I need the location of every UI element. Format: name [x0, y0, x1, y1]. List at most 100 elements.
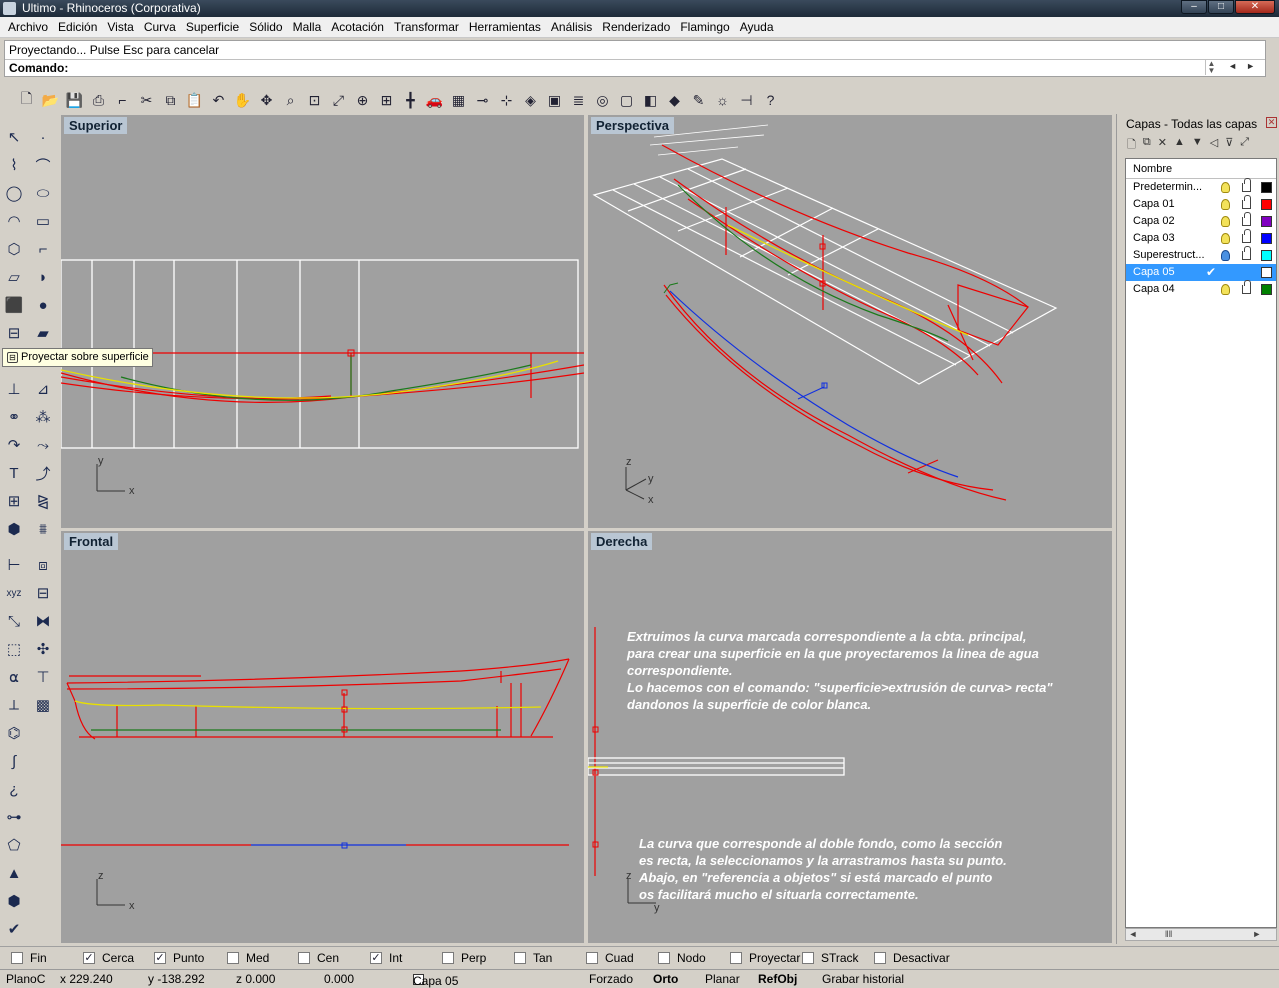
bounding-box-icon[interactable]: ⬚	[2, 637, 26, 661]
menu-flamingo[interactable]: Flamingo	[675, 17, 734, 38]
mesh-analysis-icon[interactable]: ⬢	[2, 889, 26, 913]
zoom-selected-icon[interactable]: ⊕	[352, 90, 373, 111]
osnap-tan[interactable]: Tan	[514, 951, 552, 965]
lightbulb-icon[interactable]	[1221, 199, 1230, 210]
rebuild-icon[interactable]: ↷	[2, 433, 26, 457]
distance-icon[interactable]: ⟂	[2, 693, 26, 717]
menu-edicion[interactable]: Edición	[53, 17, 102, 38]
checkbox[interactable]	[730, 952, 742, 964]
osnap-fin[interactable]: Fin	[11, 951, 47, 965]
menu-solido[interactable]: Sólido	[244, 17, 287, 38]
rotate-icon[interactable]: ✣	[31, 637, 55, 661]
arc-icon[interactable]: ◠	[2, 209, 26, 233]
maximize-button[interactable]: □	[1208, 0, 1234, 14]
viewport-front[interactable]: Frontal z x	[61, 531, 584, 943]
osnap-punto[interactable]: ✓ Punto	[154, 951, 204, 965]
new-sublayer-icon[interactable]: ⧉	[1143, 136, 1151, 155]
blend-icon[interactable]: ⤴	[31, 461, 55, 485]
import-icon[interactable]: ⌐	[112, 90, 133, 111]
menu-malla[interactable]: Malla	[288, 17, 327, 38]
checkbox[interactable]	[11, 952, 23, 964]
color-wheel-icon[interactable]: ◎	[592, 90, 613, 111]
checkbox[interactable]: ✓	[370, 952, 382, 964]
osnap-strack[interactable]: STrack	[802, 951, 859, 965]
polygon-icon[interactable]: ⬡	[2, 237, 26, 261]
rectangle-icon[interactable]: ▭	[31, 209, 55, 233]
layer-row-capa-02[interactable]: Capa 02	[1126, 212, 1276, 230]
viewport-top[interactable]: Superior y x	[61, 115, 584, 528]
checkbox[interactable]: ✓	[154, 952, 166, 964]
layer-row-capa-05[interactable]: Capa 05 ✔	[1126, 264, 1276, 281]
layer-color-swatch[interactable]	[1261, 233, 1272, 244]
status-forzado[interactable]: Forzado	[589, 972, 633, 986]
osnap-proyectar[interactable]: Proyectar	[730, 951, 800, 965]
layer-row-capa-04[interactable]: Capa 04	[1126, 280, 1276, 298]
command-spinner[interactable]: ▲ ▼	[1205, 60, 1217, 75]
osnap-med[interactable]: Med	[227, 951, 269, 965]
options-icon[interactable]: ⊣	[736, 90, 757, 111]
mirror-icon[interactable]: ⧎	[31, 489, 55, 513]
layers-column-header[interactable]: Nombre	[1126, 159, 1276, 179]
move-layer-down-icon[interactable]: ▼	[1192, 136, 1203, 155]
osnap-nodo[interactable]: Nodo	[658, 951, 706, 965]
menu-herramientas[interactable]: Herramientas	[464, 17, 546, 38]
checkbox[interactable]: ✓	[83, 952, 95, 964]
lightbulb-icon[interactable]	[1221, 284, 1230, 295]
osnap-desactivar[interactable]: Desactivar	[874, 951, 950, 965]
xyz-icon[interactable]: xyz	[2, 581, 26, 605]
loft-icon[interactable]: ◗	[31, 265, 55, 289]
rendered-icon[interactable]: ◧	[640, 90, 661, 111]
layer-color-swatch[interactable]	[1261, 284, 1272, 295]
curve-analysis-icon[interactable]: ∫	[2, 749, 26, 773]
lightbulb-icon[interactable]	[1221, 250, 1230, 261]
checkbox[interactable]	[802, 952, 814, 964]
unlock-icon[interactable]	[1242, 195, 1251, 209]
bin-icon[interactable]: ▣	[544, 90, 565, 111]
zoom-icon[interactable]: ⌕	[280, 90, 301, 111]
layer-row-capa-03[interactable]: Capa 03	[1126, 229, 1276, 247]
contour-icon[interactable]: ⩩	[31, 517, 55, 541]
viewport-label-perspective[interactable]: Perspectiva	[591, 117, 674, 134]
menu-vista[interactable]: Vista	[102, 17, 138, 38]
point-icon[interactable]: ⊸	[472, 90, 493, 111]
menu-superficie[interactable]: Superficie	[181, 17, 244, 38]
help-icon[interactable]: ?	[760, 90, 781, 111]
layer-color-swatch[interactable]	[1261, 199, 1272, 210]
continuity-icon[interactable]: ¿	[2, 777, 26, 801]
checkbox[interactable]	[514, 952, 526, 964]
array-icon[interactable]: ⊞	[2, 489, 26, 513]
osnap-perp[interactable]: Perp	[442, 951, 486, 965]
cut-icon[interactable]: ✂	[136, 90, 157, 111]
viewport-perspective[interactable]: Perspectiva z y x	[588, 115, 1112, 528]
delete-layer-icon[interactable]: ✕	[1158, 136, 1167, 155]
lightbulb-icon[interactable]	[1221, 182, 1230, 193]
menu-analisis[interactable]: Análisis	[546, 17, 597, 38]
print-icon[interactable]: ⎙	[88, 90, 109, 111]
checkbox[interactable]	[658, 952, 670, 964]
zoom-extents-icon[interactable]: ⤢	[328, 90, 349, 111]
zoom-all-icon[interactable]: ⊞	[376, 90, 397, 111]
layer-color-swatch[interactable]	[1261, 182, 1272, 193]
layer-back-icon[interactable]: ◁	[1210, 136, 1218, 155]
layer-row-superestructura[interactable]: Superestruct...	[1126, 246, 1276, 264]
circle-icon[interactable]: ◯	[2, 181, 26, 205]
lightbulb-icon[interactable]	[1221, 216, 1230, 227]
menu-ayuda[interactable]: Ayuda	[735, 17, 779, 38]
dimension-icon[interactable]: ⊢	[2, 553, 26, 577]
align-icon[interactable]: ⊤	[31, 665, 55, 689]
lightbulb-icon[interactable]	[1221, 233, 1230, 244]
layers-horizontal-scrollbar[interactable]: ◄ ǁǁ ►	[1125, 928, 1277, 941]
viewport-right[interactable]: Derecha z y Extruimos la curva marcada c…	[588, 531, 1112, 943]
orient-icon[interactable]: ⧓	[31, 609, 55, 633]
unlock-icon[interactable]	[1242, 229, 1251, 243]
render-preview-icon[interactable]: ▲	[2, 861, 26, 885]
mesh-icon[interactable]: ▦	[448, 90, 469, 111]
curvature-icon[interactable]: ▩	[31, 693, 55, 717]
status-refobj[interactable]: RefObj	[758, 972, 797, 986]
checkbox[interactable]	[442, 952, 454, 964]
checkbox[interactable]	[874, 952, 886, 964]
polyline-icon[interactable]: ⌇	[2, 153, 26, 177]
wireframe-icon[interactable]: ▢	[616, 90, 637, 111]
plane-icon[interactable]: ▰	[31, 321, 55, 345]
car-icon[interactable]: 🚗	[424, 90, 445, 111]
